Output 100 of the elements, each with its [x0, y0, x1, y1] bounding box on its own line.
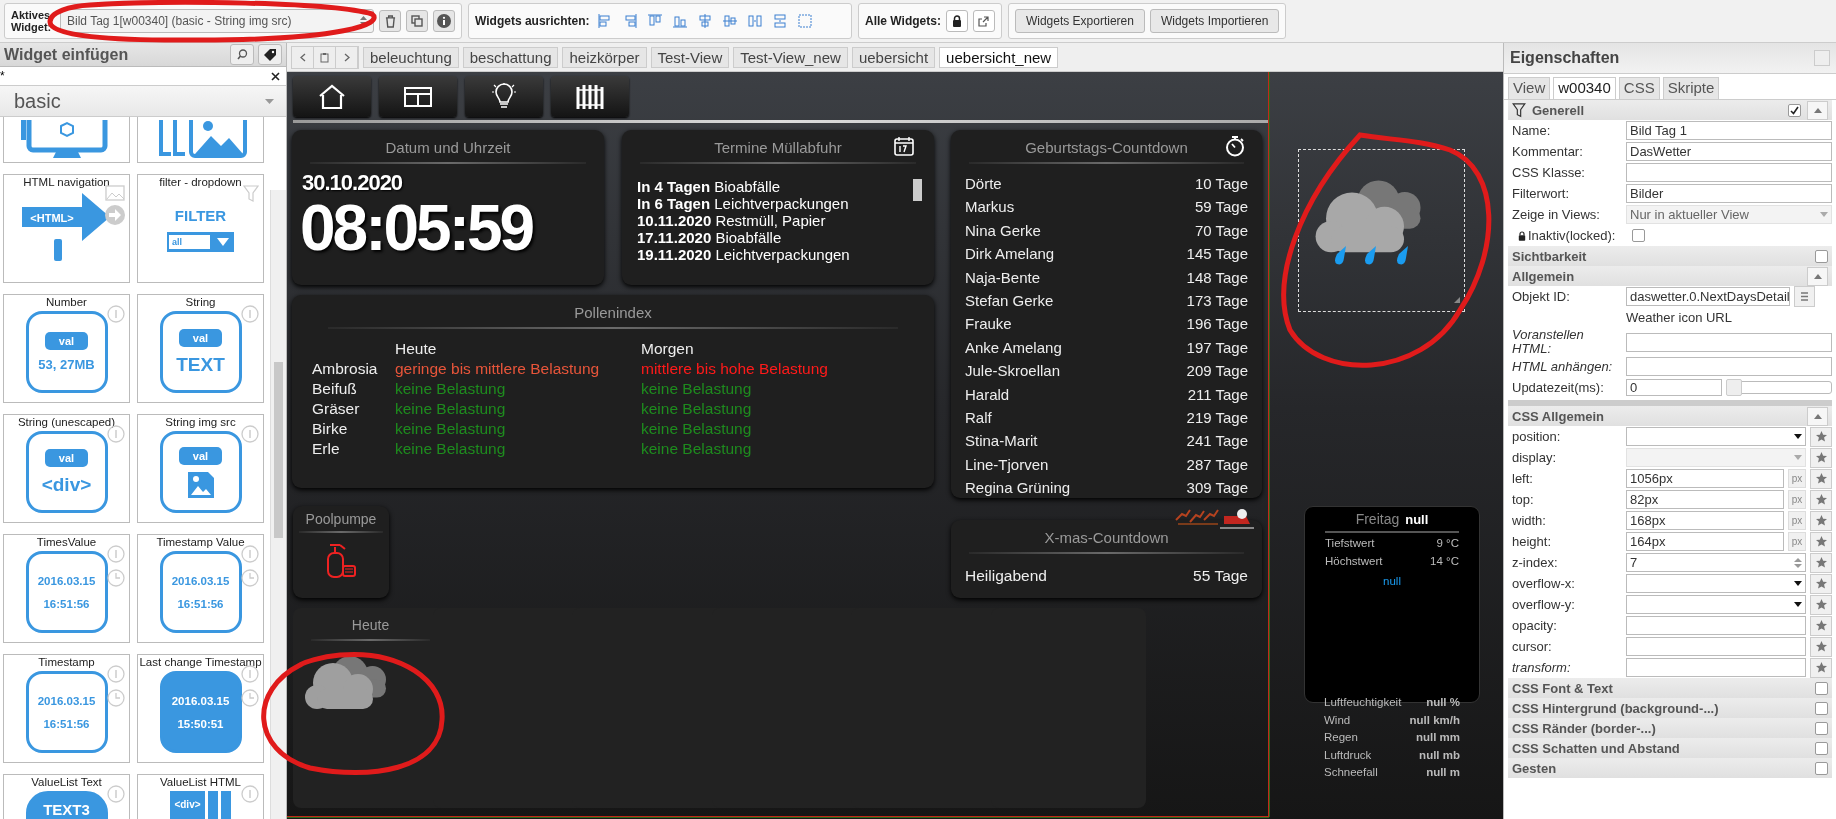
widget-tile[interactable]: TimesValue 2016.03.15 16:51:56 [3, 534, 130, 643]
section-header[interactable]: CSS Allgemein [1508, 400, 1832, 426]
checkbox[interactable] [1788, 103, 1801, 117]
input-field[interactable] [1626, 658, 1806, 677]
widget-tile[interactable]: Timestamp 2016.03.15 16:51:56 [3, 654, 130, 763]
widget-set-select[interactable]: basic [0, 86, 286, 117]
slider[interactable] [1726, 381, 1832, 394]
input-field[interactable]: 164px [1626, 532, 1784, 551]
field-label: Filterwort: [1512, 186, 1571, 201]
section-header[interactable]: CSS Ränder (border-...) [1508, 718, 1832, 738]
page-tab[interactable]: uebersicht_new [939, 46, 1059, 68]
widget-tile[interactable]: String (unescaped) val <div> [3, 414, 130, 523]
widget-tile[interactable]: ValueList HTML <div> [137, 774, 264, 819]
input-field[interactable]: 168px [1626, 511, 1784, 530]
section-header[interactable]: CSS Hintergrund (background-...) [1508, 698, 1832, 718]
checkbox[interactable] [1815, 249, 1828, 263]
tag-button[interactable] [258, 44, 282, 65]
default-button[interactable] [1810, 594, 1832, 615]
default-button[interactable] [1810, 426, 1832, 447]
panel-tab[interactable]: Skripte [1662, 77, 1720, 99]
delete-button[interactable] [379, 10, 401, 32]
input-field[interactable]: DasWetter [1626, 142, 1832, 161]
section-header[interactable]: Gesten [1508, 758, 1832, 778]
info-button[interactable] [433, 10, 455, 32]
page-tab[interactable]: heizkörper [562, 46, 647, 68]
toolbar-button[interactable]: Widgets Exportieren [1014, 9, 1145, 33]
section-header[interactable]: Generell [1508, 100, 1832, 120]
input-field[interactable]: Bild Tag 1 [1626, 121, 1832, 140]
default-button[interactable] [1810, 657, 1832, 678]
page-tab[interactable]: beleuchtung [363, 46, 459, 68]
align-icon [696, 13, 713, 29]
widget-tile[interactable]: ValueList Text TEXT3 [3, 774, 130, 819]
input-field[interactable] [1626, 332, 1832, 352]
toolbar-button[interactable]: Widgets Importieren [1149, 9, 1280, 33]
panel-title: Eigenschaften [1510, 49, 1620, 67]
nav-button[interactable] [293, 76, 371, 117]
widget-tile[interactable] [137, 117, 264, 163]
checkbox[interactable] [1815, 721, 1828, 735]
widget-title: HTML navigation [23, 176, 110, 188]
page-tab[interactable]: Test-View_new [733, 46, 848, 68]
nav-button[interactable] [551, 76, 629, 117]
panel-tab[interactable]: CSS [1618, 77, 1660, 99]
checkbox[interactable] [1632, 229, 1645, 242]
default-button[interactable] [1810, 468, 1832, 489]
slider-thumb[interactable] [1726, 379, 1742, 396]
select-field[interactable] [1626, 427, 1806, 446]
panel-tab[interactable]: View [1508, 77, 1551, 99]
widget-tile[interactable]: Last change Timestamp 2016.03.15 15:50:51 [137, 654, 264, 763]
align-icon [796, 13, 813, 29]
default-button[interactable] [1810, 510, 1832, 531]
select-field[interactable] [1626, 595, 1806, 614]
page-tab[interactable]: uebersicht [851, 46, 936, 68]
widget-tile[interactable] [3, 117, 130, 163]
input-field[interactable]: daswetter.0.NextDaysDetail [1626, 287, 1790, 306]
input-field[interactable] [1626, 357, 1832, 376]
widget-select[interactable]: Bild Tag 1[w00340] (basic - String img src) [60, 9, 374, 33]
checkbox[interactable] [1815, 701, 1828, 715]
input-field[interactable] [1626, 163, 1832, 182]
image-widget[interactable] [1298, 149, 1465, 312]
widget-tile[interactable]: Number val 53, 27MB [3, 294, 130, 403]
page-tab[interactable]: beschattung [462, 46, 559, 68]
collapse-button[interactable] [1807, 266, 1828, 286]
widget-tile[interactable]: Timestamp Value 2016.03.15 16:51:56 [137, 534, 264, 643]
collapse-button[interactable] [1807, 100, 1828, 120]
copy-button[interactable] [406, 10, 428, 32]
search-button[interactable] [230, 44, 254, 65]
section-header[interactable]: Sichtbarkeit [1508, 246, 1832, 266]
input-field[interactable]: 1056px [1626, 469, 1784, 488]
collapse-button[interactable] [1807, 406, 1828, 426]
lock-button[interactable] [945, 10, 968, 32]
section-header[interactable]: CSS Font & Text [1508, 678, 1832, 698]
default-button[interactable] [1810, 573, 1832, 594]
default-button[interactable] [1810, 636, 1832, 657]
widget-tile[interactable]: String val TEXT [137, 294, 264, 403]
browse-button[interactable] [1794, 286, 1815, 307]
page-tab[interactable]: Test-View [650, 46, 730, 68]
default-button[interactable] [1810, 552, 1832, 573]
caret-icon [217, 238, 229, 246]
default-button[interactable] [1810, 615, 1832, 636]
number-field[interactable]: 7 [1626, 553, 1806, 572]
nav-button[interactable] [379, 76, 457, 117]
section-header[interactable]: Allgemein [1508, 266, 1832, 286]
input-field[interactable]: 82px [1626, 490, 1784, 509]
default-button[interactable] [1810, 531, 1832, 552]
checkbox[interactable] [1815, 761, 1828, 775]
nav-button[interactable] [465, 76, 543, 117]
default-button[interactable] [1810, 447, 1832, 468]
input-field[interactable]: Bilder [1626, 184, 1832, 203]
checkbox[interactable] [1815, 681, 1828, 695]
widget-tile[interactable]: String img src val [137, 414, 264, 523]
input-field[interactable] [1626, 616, 1806, 635]
widget-tile[interactable]: HTML navigation <HTML> [3, 174, 130, 283]
section-header[interactable]: CSS Schatten und Abstand [1508, 738, 1832, 758]
panel-tab[interactable]: w00340 [1553, 77, 1616, 99]
input-field[interactable] [1626, 637, 1806, 656]
default-button[interactable] [1810, 489, 1832, 510]
widget-tile[interactable]: filter - dropdown FILTER all [137, 174, 264, 283]
input-field[interactable]: 0 [1626, 379, 1722, 396]
checkbox[interactable] [1815, 741, 1828, 755]
select-field[interactable] [1626, 574, 1806, 593]
